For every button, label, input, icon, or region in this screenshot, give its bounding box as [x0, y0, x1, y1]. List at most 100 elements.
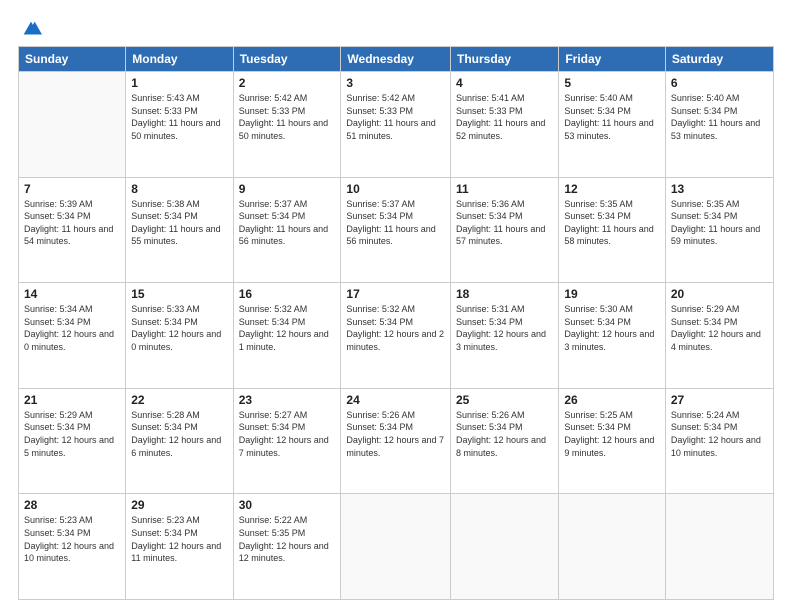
calendar-header-row: SundayMondayTuesdayWednesdayThursdayFrid…	[19, 47, 774, 72]
day-info: Sunrise: 5:31 AMSunset: 5:34 PMDaylight:…	[456, 303, 553, 353]
calendar-cell: 30 Sunrise: 5:22 AMSunset: 5:35 PMDayligh…	[233, 494, 341, 600]
calendar-cell: 4 Sunrise: 5:41 AMSunset: 5:33 PMDaylight…	[451, 72, 559, 178]
calendar-cell: 9Sunrise: 5:37 AMSunset: 5:34 PMDaylight…	[233, 177, 341, 283]
calendar-cell: 15 Sunrise: 5:33 AMSunset: 5:34 PMDayligh…	[126, 283, 233, 389]
day-number: 20	[671, 287, 768, 301]
day-info: Sunrise: 5:32 AMSunset: 5:34 PMDaylight:…	[346, 303, 445, 353]
day-number: 8	[131, 182, 227, 196]
calendar-cell: 22 Sunrise: 5:28 AMSunset: 5:34 PMDayligh…	[126, 388, 233, 494]
day-info: Sunrise: 5:36 AMSunset: 5:34 PMDaylight:…	[456, 198, 553, 248]
calendar-cell: 1Sunrise: 5:43 AMSunset: 5:33 PMDaylight…	[126, 72, 233, 178]
day-info: Sunrise: 5:23 AMSunset: 5:34 PMDaylight:…	[131, 514, 227, 564]
day-number: 26	[564, 393, 660, 407]
day-number: 5	[564, 76, 660, 90]
calendar-cell: 8 Sunrise: 5:38 AMSunset: 5:34 PMDaylight…	[126, 177, 233, 283]
calendar-week-row: 28 Sunrise: 5:23 AMSunset: 5:34 PMDayligh…	[19, 494, 774, 600]
day-number: 2	[239, 76, 336, 90]
day-number: 11	[456, 182, 553, 196]
calendar-cell: 19Sunrise: 5:30 AMSunset: 5:34 PMDayligh…	[559, 283, 666, 389]
day-info: Sunrise: 5:32 AMSunset: 5:34 PMDaylight:…	[239, 303, 336, 353]
day-info: Sunrise: 5:40 AMSunset: 5:34 PMDaylight:…	[671, 92, 768, 142]
weekday-header-sunday: Sunday	[19, 47, 126, 72]
calendar-cell	[559, 494, 666, 600]
day-number: 17	[346, 287, 445, 301]
calendar-cell: 29 Sunrise: 5:23 AMSunset: 5:34 PMDayligh…	[126, 494, 233, 600]
calendar-cell	[341, 494, 451, 600]
day-number: 13	[671, 182, 768, 196]
calendar-cell: 6 Sunrise: 5:40 AMSunset: 5:34 PMDaylight…	[665, 72, 773, 178]
day-number: 16	[239, 287, 336, 301]
day-info: Sunrise: 5:29 AMSunset: 5:34 PMDaylight:…	[24, 409, 120, 459]
calendar-week-row: 21 Sunrise: 5:29 AMSunset: 5:34 PMDayligh…	[19, 388, 774, 494]
day-number: 4	[456, 76, 553, 90]
calendar-cell: 18Sunrise: 5:31 AMSunset: 5:34 PMDayligh…	[451, 283, 559, 389]
day-info: Sunrise: 5:37 AMSunset: 5:34 PMDaylight:…	[346, 198, 445, 248]
day-number: 12	[564, 182, 660, 196]
day-number: 7	[24, 182, 120, 196]
day-info: Sunrise: 5:29 AMSunset: 5:34 PMDaylight:…	[671, 303, 768, 353]
calendar-cell: 10 Sunrise: 5:37 AMSunset: 5:34 PMDayligh…	[341, 177, 451, 283]
calendar-cell: 7 Sunrise: 5:39 AMSunset: 5:34 PMDaylight…	[19, 177, 126, 283]
day-info: Sunrise: 5:26 AMSunset: 5:34 PMDaylight:…	[456, 409, 553, 459]
calendar-week-row: 7 Sunrise: 5:39 AMSunset: 5:34 PMDaylight…	[19, 177, 774, 283]
header	[18, 18, 774, 36]
day-info: Sunrise: 5:25 AMSunset: 5:34 PMDaylight:…	[564, 409, 660, 459]
day-number: 6	[671, 76, 768, 90]
day-number: 25	[456, 393, 553, 407]
day-info: Sunrise: 5:34 AMSunset: 5:34 PMDaylight:…	[24, 303, 120, 353]
calendar-cell: 20 Sunrise: 5:29 AMSunset: 5:34 PMDayligh…	[665, 283, 773, 389]
day-info: Sunrise: 5:33 AMSunset: 5:34 PMDaylight:…	[131, 303, 227, 353]
calendar-cell: 5 Sunrise: 5:40 AMSunset: 5:34 PMDaylight…	[559, 72, 666, 178]
day-number: 29	[131, 498, 227, 512]
day-info: Sunrise: 5:41 AMSunset: 5:33 PMDaylight:…	[456, 92, 553, 142]
day-number: 10	[346, 182, 445, 196]
day-info: Sunrise: 5:39 AMSunset: 5:34 PMDaylight:…	[24, 198, 120, 248]
calendar-table: SundayMondayTuesdayWednesdayThursdayFrid…	[18, 46, 774, 600]
calendar-cell: 14 Sunrise: 5:34 AMSunset: 5:34 PMDayligh…	[19, 283, 126, 389]
calendar-cell: 21 Sunrise: 5:29 AMSunset: 5:34 PMDayligh…	[19, 388, 126, 494]
page: SundayMondayTuesdayWednesdayThursdayFrid…	[0, 0, 792, 612]
day-info: Sunrise: 5:30 AMSunset: 5:34 PMDaylight:…	[564, 303, 660, 353]
calendar-cell	[665, 494, 773, 600]
calendar-cell: 24Sunrise: 5:26 AMSunset: 5:34 PMDayligh…	[341, 388, 451, 494]
day-number: 23	[239, 393, 336, 407]
day-info: Sunrise: 5:23 AMSunset: 5:34 PMDaylight:…	[24, 514, 120, 564]
day-info: Sunrise: 5:42 AMSunset: 5:33 PMDaylight:…	[239, 92, 336, 142]
day-info: Sunrise: 5:40 AMSunset: 5:34 PMDaylight:…	[564, 92, 660, 142]
day-info: Sunrise: 5:35 AMSunset: 5:34 PMDaylight:…	[564, 198, 660, 248]
calendar-cell: 12 Sunrise: 5:35 AMSunset: 5:34 PMDayligh…	[559, 177, 666, 283]
day-info: Sunrise: 5:37 AMSunset: 5:34 PMDaylight:…	[239, 198, 336, 248]
day-info: Sunrise: 5:28 AMSunset: 5:34 PMDaylight:…	[131, 409, 227, 459]
day-number: 15	[131, 287, 227, 301]
day-number: 27	[671, 393, 768, 407]
calendar-cell: 28 Sunrise: 5:23 AMSunset: 5:34 PMDayligh…	[19, 494, 126, 600]
day-info: Sunrise: 5:43 AMSunset: 5:33 PMDaylight:…	[131, 92, 227, 142]
day-info: Sunrise: 5:22 AMSunset: 5:35 PMDaylight:…	[239, 514, 336, 564]
day-info: Sunrise: 5:27 AMSunset: 5:34 PMDaylight:…	[239, 409, 336, 459]
day-number: 30	[239, 498, 336, 512]
logo-icon	[20, 18, 42, 40]
day-number: 3	[346, 76, 445, 90]
weekday-header-friday: Friday	[559, 47, 666, 72]
weekday-header-tuesday: Tuesday	[233, 47, 341, 72]
weekday-header-thursday: Thursday	[451, 47, 559, 72]
day-number: 21	[24, 393, 120, 407]
calendar-cell: 27 Sunrise: 5:24 AMSunset: 5:34 PMDayligh…	[665, 388, 773, 494]
day-info: Sunrise: 5:24 AMSunset: 5:34 PMDaylight:…	[671, 409, 768, 459]
day-number: 22	[131, 393, 227, 407]
weekday-header-monday: Monday	[126, 47, 233, 72]
day-number: 28	[24, 498, 120, 512]
day-info: Sunrise: 5:35 AMSunset: 5:34 PMDaylight:…	[671, 198, 768, 248]
day-info: Sunrise: 5:26 AMSunset: 5:34 PMDaylight:…	[346, 409, 445, 459]
calendar-cell: 23 Sunrise: 5:27 AMSunset: 5:34 PMDayligh…	[233, 388, 341, 494]
calendar-cell: 11 Sunrise: 5:36 AMSunset: 5:34 PMDayligh…	[451, 177, 559, 283]
calendar-week-row: 1Sunrise: 5:43 AMSunset: 5:33 PMDaylight…	[19, 72, 774, 178]
calendar-cell: 25 Sunrise: 5:26 AMSunset: 5:34 PMDayligh…	[451, 388, 559, 494]
calendar-week-row: 14 Sunrise: 5:34 AMSunset: 5:34 PMDayligh…	[19, 283, 774, 389]
day-info: Sunrise: 5:42 AMSunset: 5:33 PMDaylight:…	[346, 92, 445, 142]
calendar-cell	[451, 494, 559, 600]
day-number: 14	[24, 287, 120, 301]
day-info: Sunrise: 5:38 AMSunset: 5:34 PMDaylight:…	[131, 198, 227, 248]
calendar-cell: 16 Sunrise: 5:32 AMSunset: 5:34 PMDayligh…	[233, 283, 341, 389]
calendar-cell: 17 Sunrise: 5:32 AMSunset: 5:34 PMDayligh…	[341, 283, 451, 389]
